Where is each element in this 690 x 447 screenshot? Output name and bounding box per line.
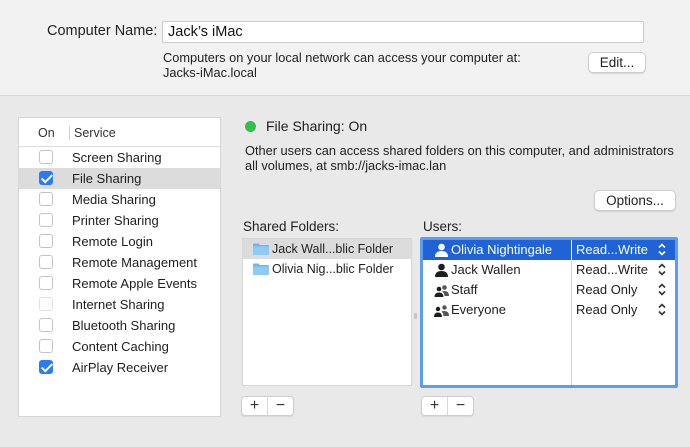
- folder-icon: [253, 263, 269, 275]
- shared-folders-add-remove: + −: [241, 396, 294, 416]
- service-label: Remote Login: [72, 234, 153, 249]
- shared-folder-item-selected[interactable]: Jack Wall...blic Folder: [243, 239, 411, 259]
- user-name: Everyone: [451, 302, 506, 317]
- service-label: Bluetooth Sharing: [72, 318, 176, 333]
- service-label: Screen Sharing: [72, 150, 162, 165]
- permission-select[interactable]: Read...Write: [576, 262, 648, 277]
- shared-folders-label: Shared Folders:: [243, 219, 340, 234]
- service-row[interactable]: Remote Management: [19, 252, 220, 273]
- service-list: On Service Screen Sharing File Sharing M…: [18, 117, 221, 417]
- service-label: Printer Sharing: [72, 213, 159, 228]
- service-label: Content Caching: [72, 339, 169, 354]
- service-row[interactable]: Remote Login: [19, 231, 220, 252]
- service-checkbox[interactable]: [39, 213, 53, 227]
- chevron-up-down-icon[interactable]: [657, 262, 667, 277]
- service-label: Internet Sharing: [72, 297, 165, 312]
- users-label: Users:: [423, 219, 463, 234]
- service-checkbox[interactable]: [39, 234, 53, 248]
- add-user-button[interactable]: +: [422, 397, 447, 415]
- remove-user-button[interactable]: −: [448, 397, 473, 415]
- shared-folder-label: Jack Wall...blic Folder: [272, 242, 394, 256]
- group-icon: [434, 285, 449, 297]
- group-icon: [434, 305, 449, 317]
- service-checkbox-checked[interactable]: [39, 360, 53, 374]
- computer-name-input[interactable]: [162, 21, 644, 43]
- person-icon: [435, 263, 448, 277]
- service-checkbox[interactable]: [39, 150, 53, 164]
- service-row[interactable]: AirPlay Receiver: [19, 357, 220, 378]
- local-address-text: Computers on your local network can acce…: [163, 50, 521, 65]
- folder-icon: [253, 243, 269, 255]
- chevron-up-down-icon[interactable]: [657, 242, 667, 257]
- status-description: Other users can access shared folders on…: [245, 143, 685, 173]
- service-checkbox[interactable]: [39, 339, 53, 353]
- column-divider: [69, 126, 70, 140]
- service-checkbox[interactable]: [39, 255, 53, 269]
- service-checkbox-disabled: [39, 297, 53, 311]
- service-label: Remote Apple Events: [72, 276, 198, 291]
- split-view-handle[interactable]: [414, 313, 417, 319]
- shared-folders-list: Jack Wall...blic Folder Olivia Nig...bli…: [242, 238, 412, 386]
- service-checkbox[interactable]: [39, 192, 53, 206]
- column-header-service[interactable]: Service: [74, 126, 116, 140]
- users-add-remove: + −: [421, 396, 474, 416]
- service-checkbox[interactable]: [39, 318, 53, 332]
- column-header-on[interactable]: On: [38, 126, 55, 140]
- users-list: Olivia Nightingale Read...Write Jack Wal…: [420, 237, 678, 388]
- service-list-header: On Service: [19, 118, 220, 147]
- person-icon: [435, 243, 448, 257]
- status-title: File Sharing: On: [266, 118, 368, 134]
- service-row[interactable]: Printer Sharing: [19, 210, 220, 231]
- service-checkbox-checked[interactable]: [39, 171, 53, 185]
- user-row-selected[interactable]: Olivia Nightingale Read...Write: [423, 240, 675, 260]
- service-label: File Sharing: [72, 171, 142, 186]
- service-row[interactable]: Remote Apple Events: [19, 273, 220, 294]
- permission-select[interactable]: Read Only: [576, 302, 637, 317]
- column-divider: [571, 240, 572, 260]
- service-row[interactable]: Content Caching: [19, 336, 220, 357]
- shared-folder-item[interactable]: Olivia Nig...blic Folder: [243, 259, 411, 279]
- service-checkbox[interactable]: [39, 276, 53, 290]
- service-label: Media Sharing: [72, 192, 156, 207]
- permission-select[interactable]: Read Only: [576, 282, 637, 297]
- options-button[interactable]: Options...: [594, 190, 676, 211]
- remove-folder-button[interactable]: −: [268, 397, 293, 415]
- service-row-selected[interactable]: File Sharing: [19, 168, 220, 189]
- chevron-up-down-icon[interactable]: [657, 282, 667, 297]
- service-label: AirPlay Receiver: [72, 360, 169, 375]
- user-row[interactable]: Staff Read Only: [423, 280, 675, 300]
- user-name: Staff: [451, 282, 478, 297]
- computer-name-label: Computer Name:: [47, 23, 158, 39]
- permission-select[interactable]: Read...Write: [576, 242, 648, 257]
- local-address-description: Computers on your local network can acce…: [163, 50, 521, 80]
- add-folder-button[interactable]: +: [242, 397, 267, 415]
- shared-folder-label: Olivia Nig...blic Folder: [272, 262, 394, 276]
- user-name: Olivia Nightingale: [451, 242, 553, 257]
- user-row[interactable]: Jack Wallen Read...Write: [423, 260, 675, 280]
- user-row[interactable]: Everyone Read Only: [423, 300, 675, 320]
- status-indicator-icon: [245, 121, 256, 132]
- service-row[interactable]: Bluetooth Sharing: [19, 315, 220, 336]
- service-row[interactable]: Media Sharing: [19, 189, 220, 210]
- computer-name-section: Computer Name: Computers on your local n…: [0, 0, 690, 96]
- user-name: Jack Wallen: [451, 262, 521, 277]
- service-row[interactable]: Screen Sharing: [19, 147, 220, 168]
- status-description-line: all volumes, at smb://jacks-imac.lan: [245, 158, 447, 173]
- status-description-line: Other users can access shared folders on…: [245, 143, 674, 158]
- service-row[interactable]: Internet Sharing: [19, 294, 220, 315]
- chevron-up-down-icon[interactable]: [657, 302, 667, 317]
- local-hostname: Jacks-iMac.local: [163, 65, 257, 80]
- service-label: Remote Management: [72, 255, 198, 270]
- edit-button[interactable]: Edit...: [588, 52, 646, 73]
